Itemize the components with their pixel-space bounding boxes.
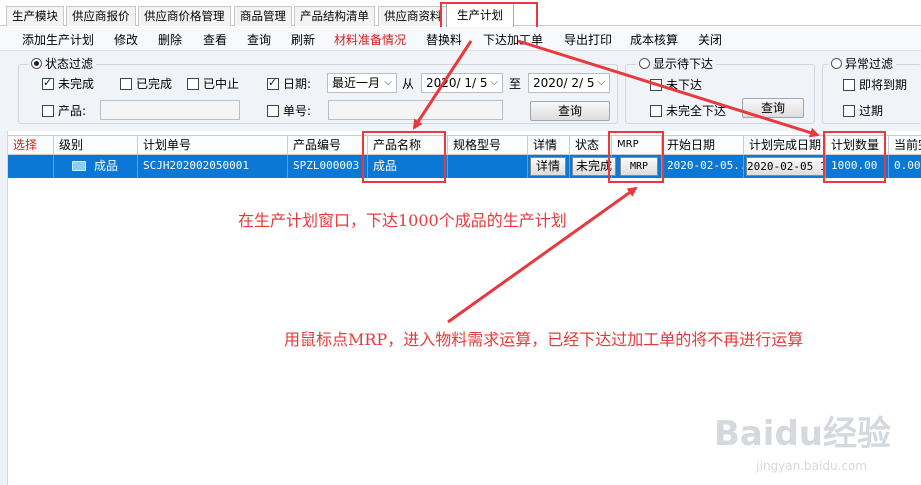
annotation-text-mrp: 用鼠标点MRP，进入物料需求运算，已经下达过加工单的将不再进行运算	[284, 330, 804, 349]
annotation-text-plan: 在生产计划窗口，下达1000个成品的生产计划	[238, 211, 567, 230]
baidu-watermark-logo: Baidu经验	[713, 414, 891, 454]
arrow-to-plan-qty	[517, 39, 820, 138]
arrow-to-product-name	[412, 40, 473, 130]
baidu-watermark-url: jingyan.baidu.com	[756, 459, 867, 473]
